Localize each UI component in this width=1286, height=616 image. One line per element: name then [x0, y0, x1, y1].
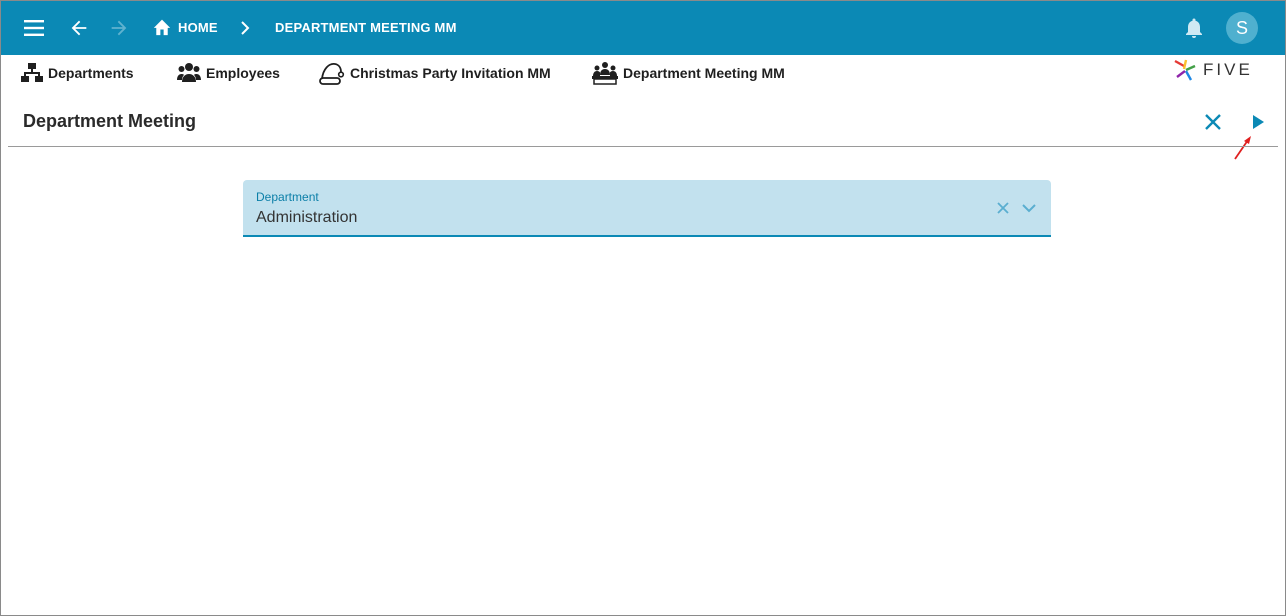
- arrow-back-icon[interactable]: [67, 16, 91, 40]
- page-title: Department Meeting: [23, 111, 197, 131]
- chevron-down-icon[interactable]: [1020, 200, 1038, 216]
- department-select[interactable]: Department Administration: [243, 180, 1051, 237]
- menu-item-label: Department Meeting MM: [623, 65, 785, 81]
- play-icon[interactable]: [1247, 111, 1269, 133]
- bell-icon[interactable]: [1183, 17, 1205, 39]
- home-icon[interactable]: [152, 17, 172, 37]
- org-chart-icon: [21, 63, 43, 82]
- field-value: Administration: [256, 209, 358, 226]
- annotation-arrow-icon: [1234, 136, 1251, 160]
- menu-item-employees[interactable]: Employees: [177, 61, 280, 85]
- menu-item-label: Departments: [48, 65, 134, 81]
- menu-item-label: Employees: [206, 65, 280, 81]
- menu-item-department-meeting[interactable]: Department Meeting MM: [592, 61, 785, 85]
- avatar[interactable]: S: [1226, 12, 1258, 44]
- field-label: Department: [256, 190, 319, 204]
- five-logo-icon: [1174, 59, 1196, 81]
- close-icon[interactable]: [1201, 110, 1225, 134]
- menu-icon[interactable]: [23, 18, 45, 38]
- menu-item-departments[interactable]: Departments: [21, 61, 134, 85]
- menu-item-label: Christmas Party Invitation MM: [350, 65, 551, 81]
- santa-hat-icon: [319, 63, 345, 85]
- app-window: HOME DEPARTMENT MEETING MM S Departments: [0, 0, 1286, 616]
- breadcrumb-home[interactable]: HOME: [178, 20, 218, 35]
- logo-text: FIVE: [1203, 60, 1253, 79]
- five-logo: FIVE: [1173, 57, 1263, 83]
- menu-item-christmas-party[interactable]: Christmas Party Invitation MM: [319, 61, 551, 85]
- header-divider: [8, 146, 1278, 147]
- clear-icon[interactable]: [995, 200, 1011, 216]
- meeting-icon: [592, 62, 618, 85]
- breadcrumb-current: DEPARTMENT MEETING MM: [275, 20, 457, 35]
- top-app-bar: HOME DEPARTMENT MEETING MM S: [1, 1, 1285, 55]
- arrow-forward-icon[interactable]: [107, 16, 131, 40]
- chevron-right-icon: [237, 18, 253, 38]
- users-icon: [177, 63, 201, 82]
